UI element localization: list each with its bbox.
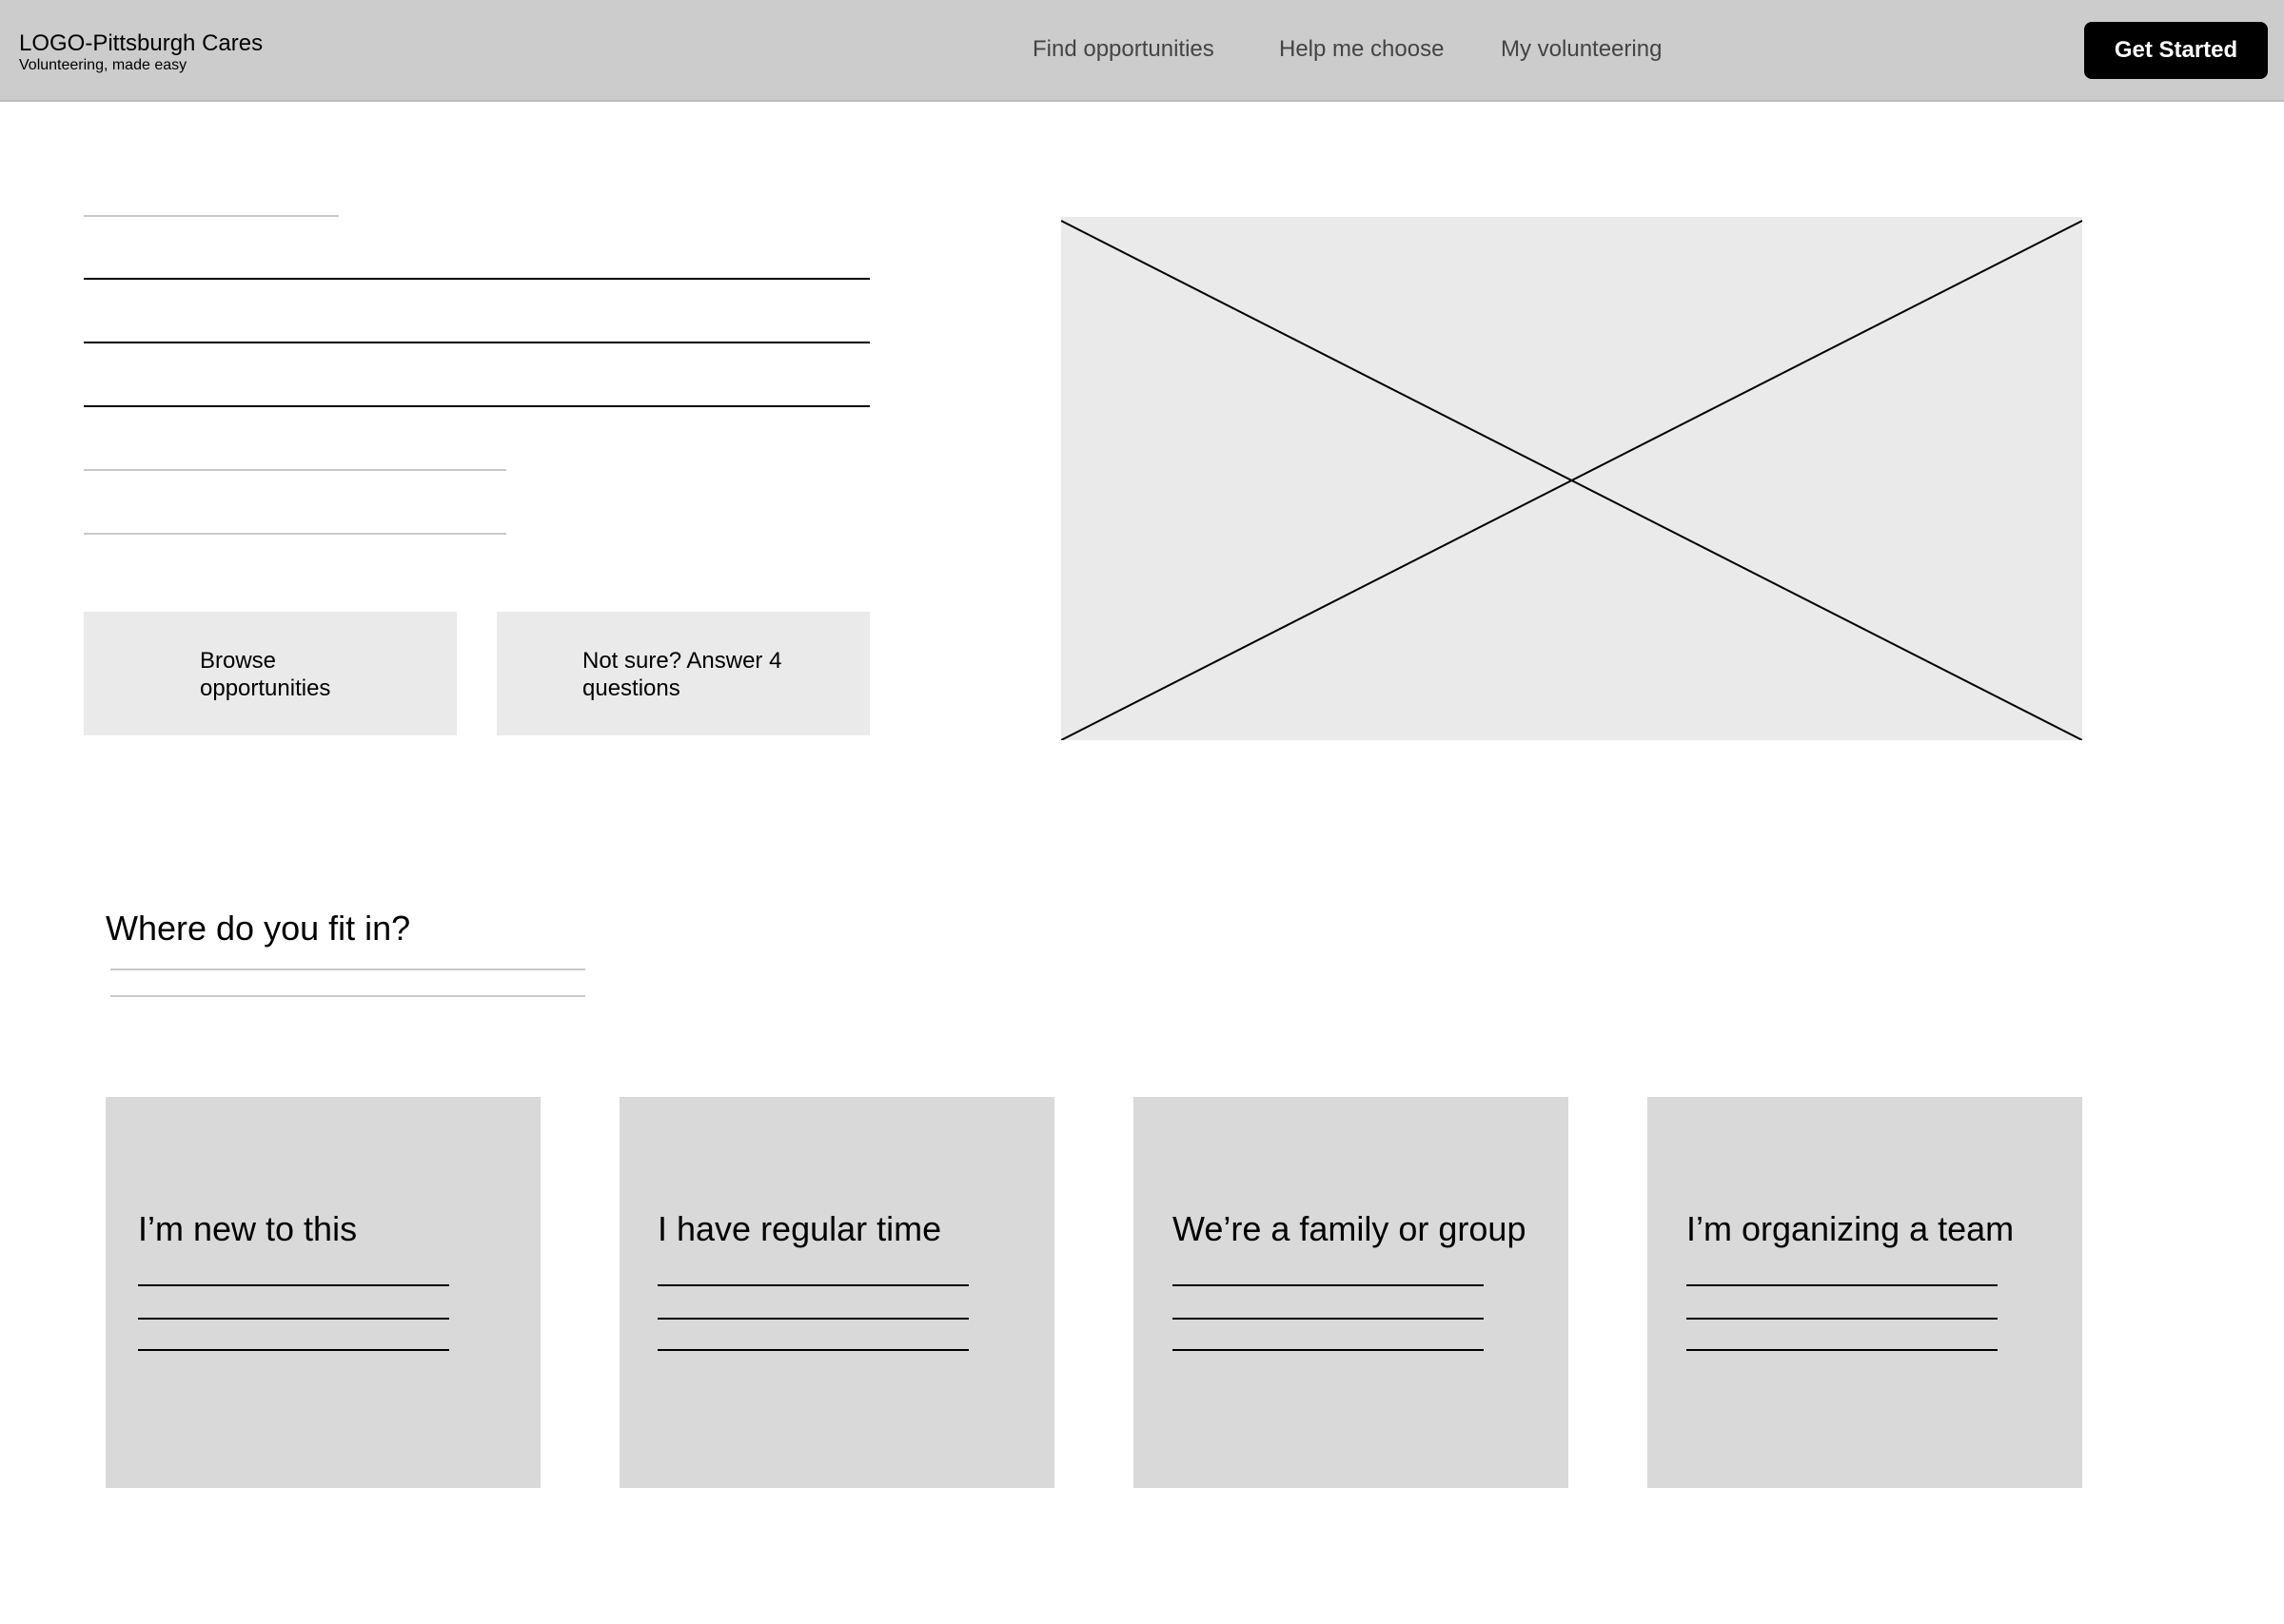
- answer-questions-button[interactable]: Not sure? Answer 4 questions: [497, 612, 870, 735]
- card-placeholder-line: [658, 1284, 969, 1286]
- card-placeholder-line: [138, 1318, 449, 1320]
- get-started-button[interactable]: Get Started: [2084, 22, 2268, 79]
- browse-opportunities-label: Browse opportunities: [200, 648, 331, 701]
- headline-placeholder-line: [84, 278, 870, 280]
- audience-card-family-group[interactable]: We’re a family or group: [1133, 1097, 1568, 1488]
- body-placeholder-line: [84, 533, 506, 535]
- nav-link-my-volunteering[interactable]: My volunteering: [1501, 36, 1662, 63]
- card-placeholder-line: [1686, 1349, 1998, 1351]
- headline-placeholder-line: [84, 342, 870, 343]
- brand-logo-title[interactable]: LOGO-Pittsburgh Cares: [19, 30, 263, 57]
- top-navigation-bar: LOGO-Pittsburgh Cares Volunteering, made…: [0, 0, 2284, 102]
- card-placeholder-line: [1686, 1318, 1998, 1320]
- hero-image-placeholder: [1061, 217, 2082, 740]
- browse-opportunities-button[interactable]: Browse opportunities: [84, 612, 457, 735]
- answer-questions-label: Not sure? Answer 4 questions: [582, 648, 782, 701]
- section-subtitle-placeholder-line: [110, 969, 585, 970]
- brand-tagline: Volunteering, made easy: [19, 57, 187, 73]
- nav-link-help-me-choose[interactable]: Help me choose: [1279, 36, 1444, 63]
- body-placeholder-line: [84, 469, 506, 471]
- section-title: Where do you fit in?: [106, 909, 411, 948]
- audience-card-organizing-team[interactable]: I’m organizing a team: [1647, 1097, 2082, 1488]
- card-title: I’m organizing a team: [1686, 1209, 2015, 1248]
- card-title: I’m new to this: [138, 1209, 358, 1248]
- eyebrow-placeholder-line: [84, 215, 339, 217]
- card-placeholder-line: [1172, 1284, 1484, 1286]
- audience-card-regular-time[interactable]: I have regular time: [620, 1097, 1054, 1488]
- card-placeholder-line: [1172, 1318, 1484, 1320]
- nav-link-find-opportunities[interactable]: Find opportunities: [1033, 36, 1214, 63]
- card-placeholder-line: [138, 1284, 449, 1286]
- card-placeholder-line: [138, 1349, 449, 1351]
- audience-card-new[interactable]: I’m new to this: [106, 1097, 541, 1488]
- image-placeholder-icon: [1061, 220, 2082, 740]
- card-placeholder-line: [1172, 1349, 1484, 1351]
- section-subtitle-placeholder-line: [110, 995, 585, 997]
- headline-placeholder-line: [84, 405, 870, 407]
- card-title: We’re a family or group: [1172, 1209, 1526, 1248]
- card-placeholder-line: [658, 1349, 969, 1351]
- card-placeholder-line: [658, 1318, 969, 1320]
- card-placeholder-line: [1686, 1284, 1998, 1286]
- page: LOGO-Pittsburgh Cares Volunteering, made…: [0, 0, 2284, 1624]
- card-title: I have regular time: [658, 1209, 942, 1248]
